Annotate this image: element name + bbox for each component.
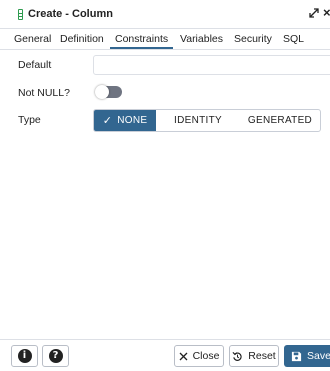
tab-general[interactable]: General [14,33,51,45]
dialog-titlebar: Create - Column × [0,0,330,29]
type-option-none[interactable]: ✓ NONE [94,110,156,131]
active-tab-indicator [110,47,173,49]
tab-variables[interactable]: Variables [180,33,223,45]
reset-icon [232,351,242,361]
column-icon [18,9,23,20]
expand-icon[interactable] [308,7,320,19]
tab-constraints[interactable]: Constraints [115,33,168,45]
save-icon [291,351,302,361]
not-null-label: Not NULL? [18,87,70,99]
dialog-footer: i ? Close Reset Save [0,339,330,371]
default-input[interactable] [93,55,330,75]
help-icon: ? [48,349,63,363]
close-button[interactable]: Close [174,345,224,367]
save-button-label: Save [307,350,330,362]
reset-button-label: Reset [248,350,276,362]
toggle-knob [95,85,109,99]
reset-button[interactable]: Reset [229,345,279,367]
dialog-title: Create - Column [28,8,113,20]
type-label: Type [18,114,41,126]
tab-bar: General Definition Constraints Variables… [0,29,330,50]
type-option-generated-label: GENERATED [247,115,313,126]
info-icon: i [17,349,32,363]
close-button-label: Close [192,350,220,362]
tab-definition[interactable]: Definition [60,33,104,45]
not-null-toggle[interactable] [95,85,122,99]
tab-sql[interactable]: SQL [283,33,304,45]
type-option-identity[interactable]: IDENTITY [156,110,240,131]
type-option-none-label: NONE [117,115,148,126]
default-label: Default [18,59,52,71]
type-option-identity-label: IDENTITY [174,115,222,126]
info-button[interactable]: i [11,345,38,367]
help-button[interactable]: ? [42,345,69,367]
type-option-generated[interactable]: GENERATED [240,110,320,131]
tab-security[interactable]: Security [234,33,272,45]
close-x-icon [179,352,188,360]
type-selector: ✓ NONE IDENTITY GENERATED [93,109,321,132]
close-icon[interactable]: × [323,5,330,20]
save-button[interactable]: Save [284,345,330,367]
check-icon: ✓ [102,115,113,127]
